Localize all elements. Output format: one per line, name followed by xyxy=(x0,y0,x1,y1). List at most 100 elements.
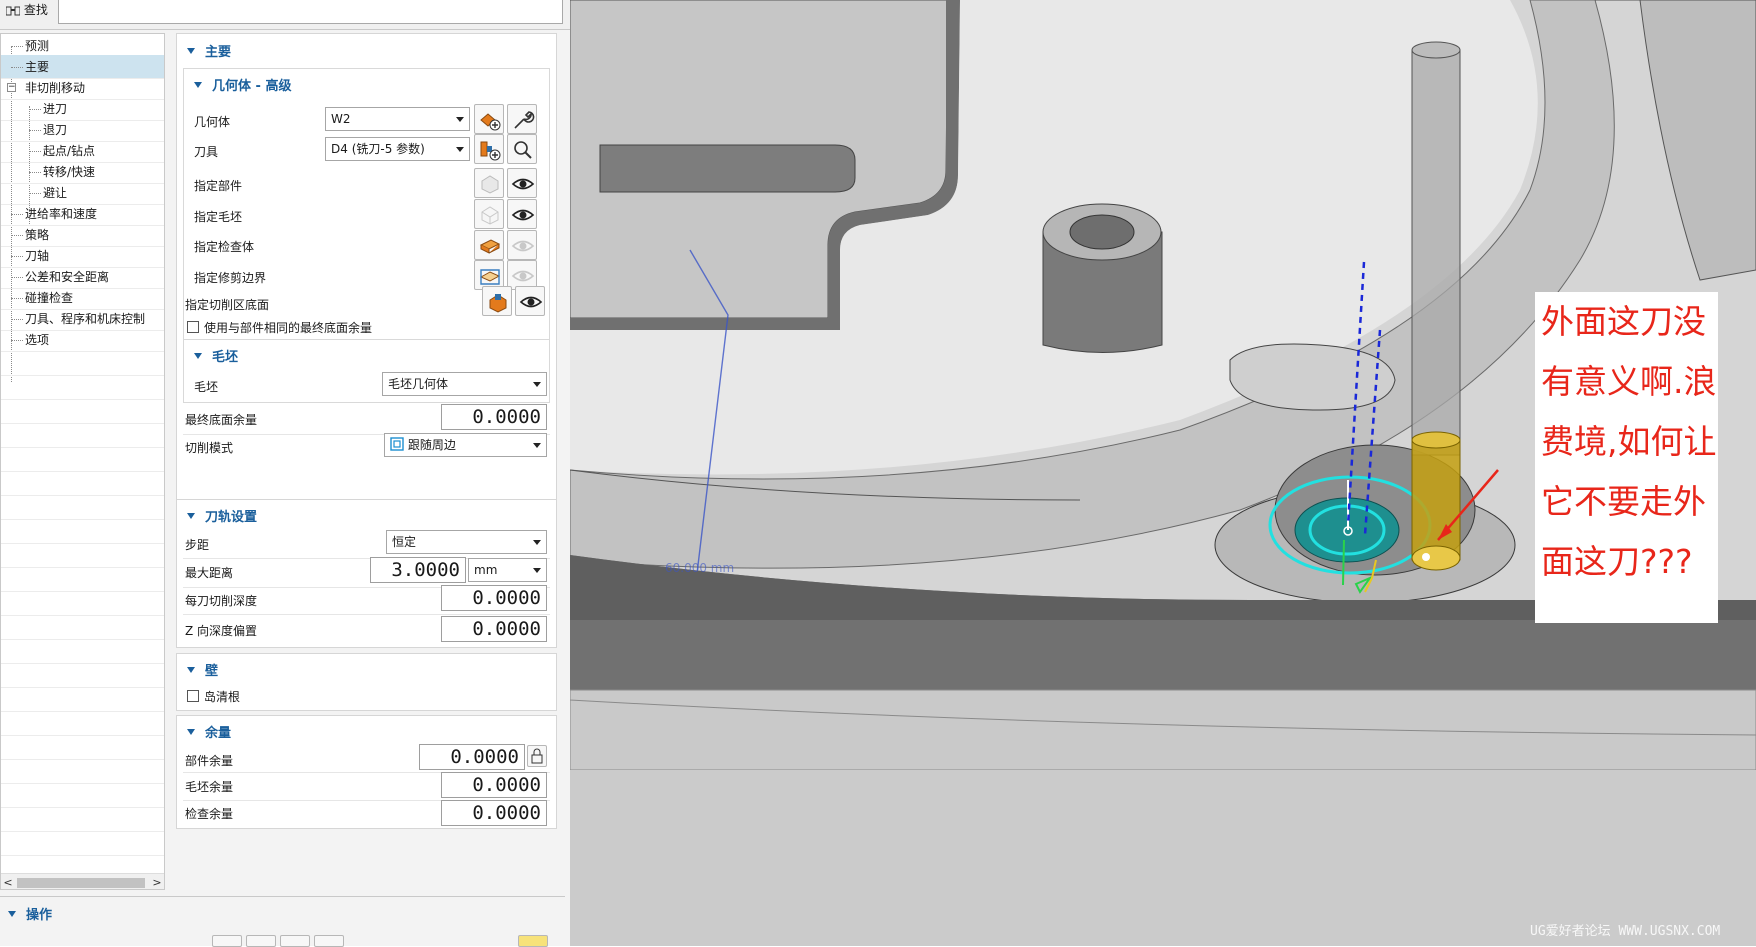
replay-button[interactable] xyxy=(246,935,276,947)
eye-icon xyxy=(511,209,535,221)
tool-select[interactable]: D4 (铣刀-5 参数) xyxy=(325,137,470,161)
stepover-label: 步距 xyxy=(185,538,210,552)
final-floor-stock-input[interactable]: 0.0000 xyxy=(441,404,547,430)
collapse-caret-icon xyxy=(187,48,195,54)
eye-disabled-icon xyxy=(511,240,535,252)
collapse-caret-icon xyxy=(187,729,195,735)
annotation-line: 有意义啊.浪 xyxy=(1541,362,1717,401)
edit-geometry-button[interactable] xyxy=(507,104,537,134)
collapse-caret-icon xyxy=(194,82,202,88)
scroll-right-icon[interactable]: > xyxy=(150,874,164,889)
display-blank-button[interactable] xyxy=(507,199,537,229)
stock-allowance-header[interactable]: 余量 xyxy=(187,722,231,741)
annotation-line: 它不要走外 xyxy=(1541,482,1706,521)
blank-stock-label: 毛坯余量 xyxy=(185,780,234,794)
annotation-callout: 外面这刀没 有意义啊.浪 费境,如何让 它不要走外 面这刀??? xyxy=(1535,292,1718,623)
path-settings-header[interactable]: 刀轨设置 xyxy=(187,506,257,525)
display-check-button[interactable] xyxy=(507,230,537,260)
geometry-select[interactable]: W2 xyxy=(325,107,470,131)
island-cleanup-label: 岛清根 xyxy=(204,690,241,704)
collapse-icon[interactable]: − xyxy=(7,83,16,92)
collapse-caret-icon xyxy=(8,911,16,917)
display-floor-button[interactable] xyxy=(515,286,545,316)
lock-icon xyxy=(531,748,543,764)
scroll-left-icon[interactable]: < xyxy=(1,874,15,889)
search-input[interactable] xyxy=(58,0,563,24)
tree-horizontal-scrollbar[interactable]: < > xyxy=(1,873,164,889)
generate-button[interactable] xyxy=(212,935,242,947)
annotation-line: 外面这刀没 xyxy=(1541,302,1706,341)
new-geometry-icon xyxy=(480,113,501,131)
cut-pattern-select[interactable]: 跟随周边 xyxy=(384,433,547,457)
main-group-header[interactable]: 主要 xyxy=(187,41,231,60)
dimension-label: 60.000 mm xyxy=(665,561,735,575)
tool-label: 刀具 xyxy=(194,145,219,159)
properties-panel: 主要 几何体 - 高级 几何体 W2 刀具 D4 (铣刀-5 参数) 指定部件 … xyxy=(176,33,557,890)
select-blank-button[interactable] xyxy=(474,199,504,229)
stepover-select[interactable]: 恒定 xyxy=(386,530,547,554)
scrollbar-thumb[interactable] xyxy=(17,878,145,888)
part-stock-label: 部件余量 xyxy=(185,754,234,768)
annotation-line: 面这刀??? xyxy=(1541,542,1693,581)
same-floor-stock-checkbox[interactable] xyxy=(187,321,199,333)
trim-boundary-icon xyxy=(479,269,501,285)
edit-tool-icon xyxy=(514,141,532,159)
path-settings-group: 刀轨设置 步距 恒定 最大距离 3.0000 mm 每刀切削深度 0.0000 … xyxy=(176,499,557,648)
output-button[interactable] xyxy=(518,935,548,947)
list-button[interactable] xyxy=(314,935,344,947)
display-part-button[interactable] xyxy=(507,168,537,198)
new-geometry-button[interactable] xyxy=(474,104,504,134)
part-icon xyxy=(481,175,499,194)
max-distance-unit-select[interactable]: mm xyxy=(468,558,547,582)
new-tool-button[interactable] xyxy=(474,134,504,164)
part-stock-input[interactable]: 0.0000 xyxy=(419,744,525,770)
edit-tool-button[interactable] xyxy=(507,134,537,164)
tree-item-label: 选项 xyxy=(25,333,50,347)
wrench-icon xyxy=(514,111,535,129)
eye-icon xyxy=(511,178,535,190)
select-part-button[interactable] xyxy=(474,168,504,198)
depth-per-cut-input[interactable]: 0.0000 xyxy=(441,585,547,611)
island-cleanup-checkbox[interactable] xyxy=(187,690,199,702)
operations-header[interactable]: 操作 xyxy=(8,904,52,923)
same-floor-stock-label: 使用与部件相同的最终底面余量 xyxy=(204,321,373,335)
max-distance-input[interactable]: 3.0000 xyxy=(370,557,466,583)
z-depth-offset-label: Z 向深度偏置 xyxy=(185,624,258,638)
stock-subgroup-header[interactable]: 毛坯 xyxy=(194,346,238,365)
check-stock-label: 检查余量 xyxy=(185,807,234,821)
eye-disabled-icon xyxy=(511,270,535,282)
navigation-tree: 预测 主要 − 非切削移动 进刀 退刀 起点/钻点 转移/快速 避让 进给率和速度… xyxy=(0,33,165,890)
geometry-subgroup-header[interactable]: 几何体 - 高级 xyxy=(194,75,291,94)
collapse-caret-icon xyxy=(187,513,195,519)
operation-dialog: 查找 预测 主要 − 非切削移动 进刀 退刀 起点/钻点 转移/快速 避让 进给率… xyxy=(0,0,570,947)
follow-periphery-icon xyxy=(390,436,404,451)
select-floor-button[interactable] xyxy=(482,286,512,316)
stock-allowance-group: 余量 部件余量 0.0000 毛坯余量 0.0000 检查余量 0.0000 xyxy=(176,715,557,829)
blank-icon xyxy=(481,206,499,225)
final-floor-stock-label: 最终底面余量 xyxy=(185,413,258,427)
max-distance-label: 最大距离 xyxy=(185,566,234,580)
z-depth-offset-input[interactable]: 0.0000 xyxy=(441,616,547,642)
annotation-line: 费境,如何让 xyxy=(1541,422,1717,461)
check-stock-input[interactable]: 0.0000 xyxy=(441,800,547,826)
specify-check-label: 指定检查体 xyxy=(194,240,255,254)
blank-stock-input[interactable]: 0.0000 xyxy=(441,772,547,798)
specify-blank-label: 指定毛坯 xyxy=(194,210,243,224)
check-body-icon xyxy=(479,239,501,254)
blank-select[interactable]: 毛坯几何体 xyxy=(382,372,547,396)
eye-icon xyxy=(519,296,543,308)
blank-label: 毛坯 xyxy=(194,380,219,394)
cut-floor-label: 指定切削区底面 xyxy=(185,298,270,312)
new-tool-icon xyxy=(480,141,501,161)
main-group: 主要 几何体 - 高级 几何体 W2 刀具 D4 (铣刀-5 参数) 指定部件 … xyxy=(176,33,557,511)
geometry-label: 几何体 xyxy=(194,115,231,129)
search-button[interactable]: 查找 xyxy=(0,0,58,22)
lock-button[interactable] xyxy=(527,745,547,767)
select-check-button[interactable] xyxy=(474,230,504,260)
tree-item-options[interactable]: 选项 xyxy=(1,328,164,352)
stock-subgroup: 毛坯 毛坯 毛坯几何体 xyxy=(183,339,550,403)
collapse-caret-icon xyxy=(194,353,202,359)
verify-button[interactable] xyxy=(280,935,310,947)
wall-header[interactable]: 壁 xyxy=(187,660,218,679)
watermark-text: UG爱好者论坛 WWW.UGSNX.COM xyxy=(1530,924,1721,939)
